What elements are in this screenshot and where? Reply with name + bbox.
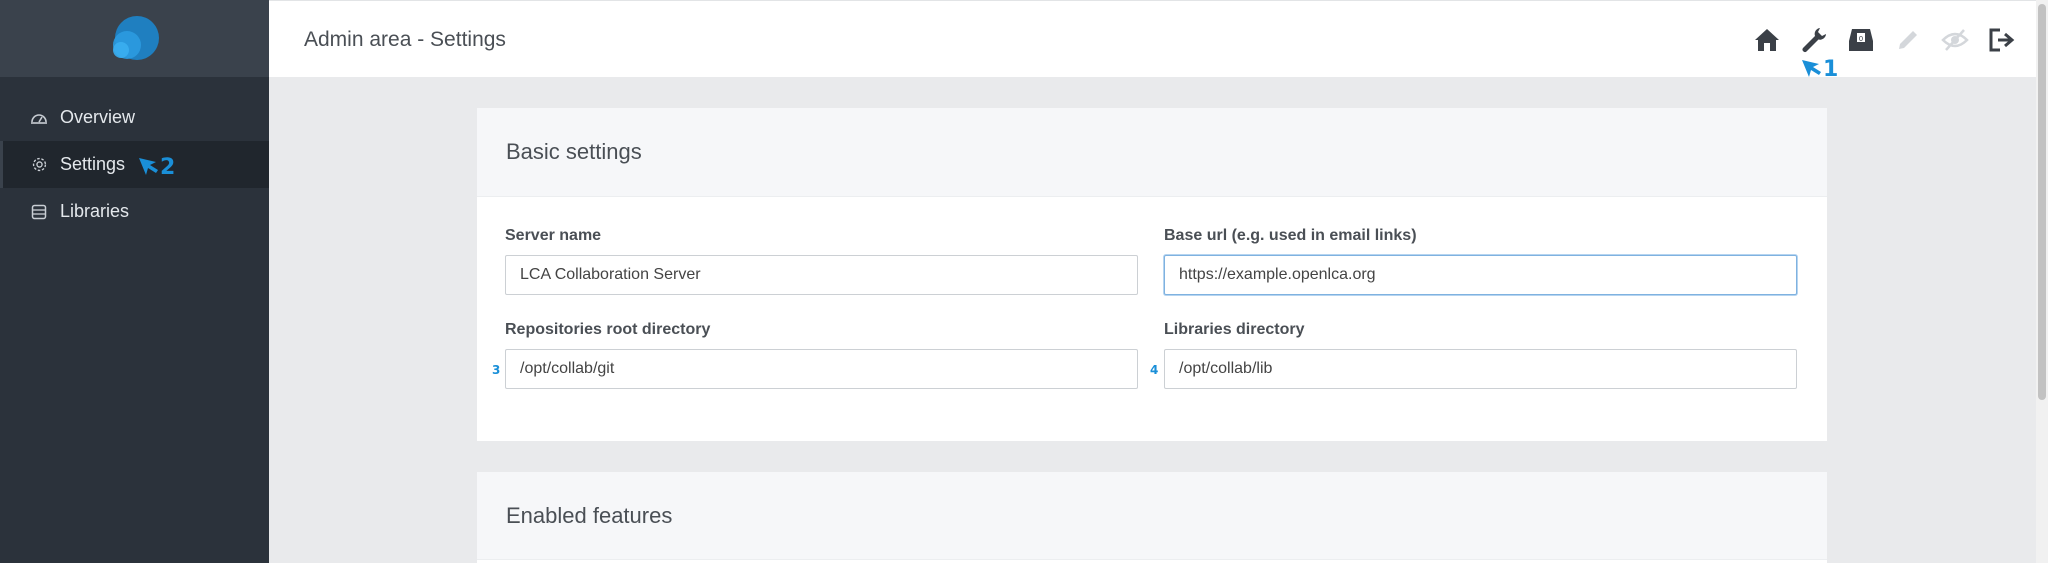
header-toolbar: 1 0 [1752,25,2016,82]
edit-icon[interactable] [1893,25,1922,54]
repo-root-label: Repositories root directory [505,321,711,338]
sidebar-item-label: Settings [60,154,126,174]
base-url-input[interactable] [1164,255,1797,295]
lib-dir-field: Libraries directory [1164,321,1797,389]
server-name-field: Server name [505,227,1138,295]
cursor-arrow-icon [139,158,158,175]
home-icon[interactable] [1752,25,1781,54]
basic-settings-card: Basic settings Server name Base url (e.g… [477,108,1827,441]
sidebar-item-libraries[interactable]: Libraries [0,188,269,235]
sidebar-item-label: Libraries [60,201,130,221]
svg-text:0: 0 [1858,35,1862,43]
sidebar-nav: Overview Settings 2 Libraries [0,94,269,235]
wrench-icon[interactable]: 1 [1799,25,1838,82]
base-url-label: Base url (e.g. used in email links) [1164,227,1417,244]
server-name-label: Server name [505,227,602,244]
cursor-arrow-icon [1802,60,1821,77]
repo-root-field: Repositories root directory [505,321,1138,389]
enabled-features-card: Enabled features [477,472,1827,563]
base-url-field: Base url (e.g. used in email links) [1164,227,1797,295]
gear-icon [30,156,48,174]
database-icon [30,203,48,221]
dashboard-icon [30,109,48,127]
sidebar: Overview Settings 2 Libraries [0,0,269,563]
annotation-marker-2: 2 [138,155,175,180]
eye-slash-icon[interactable] [1940,25,1969,54]
logo-area [0,0,269,77]
card-title: Basic settings [477,108,1827,197]
sidebar-item-label: Overview [60,107,136,127]
scrollbar-thumb[interactable] [2038,4,2046,400]
header: Admin area - Settings 1 0 [269,0,2036,82]
annotation-marker-3: 3 [492,363,501,377]
lib-dir-label: Libraries directory [1164,321,1305,338]
annotation-marker-4: 4 [1150,363,1159,377]
lib-dir-input[interactable] [1164,349,1797,389]
app-logo[interactable] [105,12,165,64]
page-title: Admin area - Settings [304,28,506,51]
card-title: Enabled features [477,472,1827,560]
sidebar-item-settings[interactable]: Settings 2 [0,141,269,188]
sidebar-item-overview[interactable]: Overview [0,94,269,141]
annotation-marker-1: 1 [1801,57,1838,82]
inbox-icon[interactable]: 0 [1846,25,1875,54]
sign-out-icon[interactable] [1987,25,2016,54]
page-scrollbar[interactable] [2036,0,2048,563]
server-name-input[interactable] [505,255,1138,295]
repo-root-input[interactable] [505,349,1138,389]
